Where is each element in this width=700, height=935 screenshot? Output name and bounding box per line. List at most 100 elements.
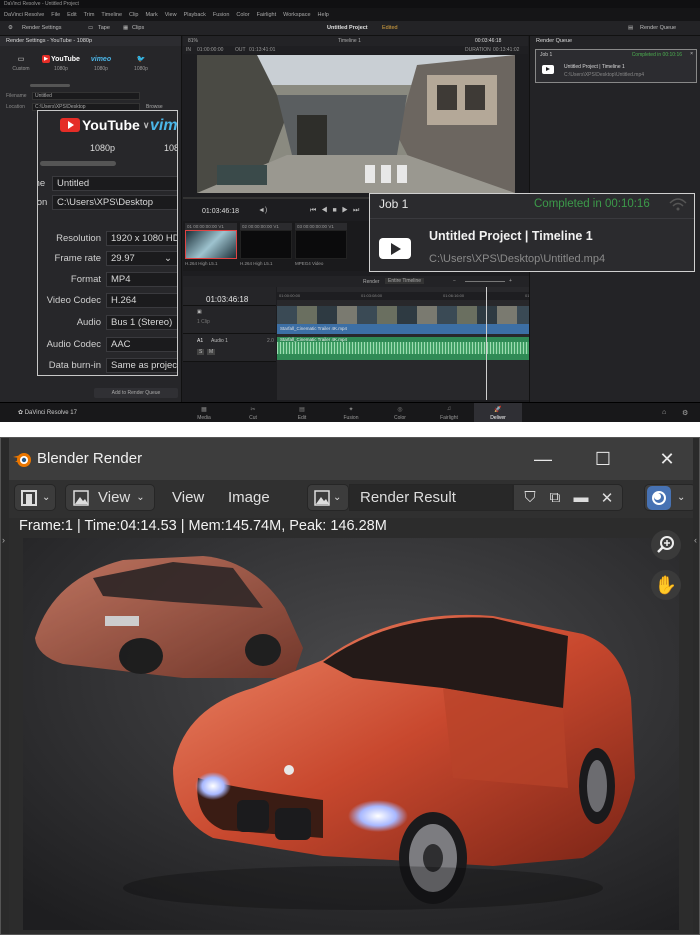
mute-button[interactable]: M	[207, 349, 216, 355]
render-job-item[interactable]: Job 1 Completed in 00:10:16 × Untitled P…	[535, 49, 697, 83]
clip-thumbnail[interactable]: 02 00:00:00:00 V1 H.264 High L5.1	[240, 223, 292, 266]
youtube-preset-logo[interactable]: YouTube ∨	[60, 117, 149, 133]
menu-bar: DaVinci Resolve File Edit Trim Timeline …	[0, 8, 700, 21]
page-deliver[interactable]: 🚀 Deliver	[474, 403, 522, 422]
duplicate-icon[interactable]: ⧉	[542, 489, 568, 506]
render-queue-tab[interactable]: Render Queue	[640, 25, 676, 31]
audio-clip-label: Starfall_Cinematic Trailer 4K.mp4	[280, 337, 348, 342]
menu-item[interactable]: Edit	[67, 12, 76, 18]
fake-user-shield-icon[interactable]: ⛉	[518, 489, 542, 506]
solo-button[interactable]: S	[197, 349, 205, 355]
menu-item[interactable]: Clip	[129, 12, 138, 18]
clip-thumbnail[interactable]: 03 00:00:00:00 V1 MPEG4 Video	[295, 223, 347, 266]
preset-scrollbar[interactable]	[40, 161, 116, 166]
location-field[interactable]: C:\Users\XPS\Desktop	[52, 195, 177, 210]
video-codec-select[interactable]: H.264	[106, 293, 177, 308]
arrow-left-icon: ‹	[694, 535, 697, 545]
home-icon[interactable]: ⌂	[662, 409, 666, 416]
image-icon	[73, 489, 89, 506]
page-color[interactable]: ◎ Color	[376, 403, 424, 422]
audio-codec-select[interactable]: AAC	[106, 337, 177, 352]
frame-rate-select[interactable]: 29.97 ⌄	[106, 251, 177, 266]
preset-twitter[interactable]: 🐦 1080p	[126, 52, 156, 78]
image-menu[interactable]: Image	[228, 489, 270, 506]
audio-select[interactable]: Bus 1 (Stereo)	[106, 315, 177, 330]
job-status: Completed in 00:10:16	[631, 52, 682, 58]
clip-thumbnail[interactable]: 01 00:00:00:00 V1 H.264 High L5.1	[185, 223, 237, 266]
zoom-tool-button[interactable]	[651, 530, 681, 560]
render-settings-tab[interactable]: Render Settings	[22, 25, 61, 31]
video-viewer[interactable]	[197, 55, 515, 193]
preset-youtube[interactable]: ▶ YouTube 1080p	[42, 52, 80, 78]
filename-field[interactable]: Untitled	[32, 92, 140, 100]
preset-scrollbar[interactable]	[30, 84, 70, 87]
clip-id: 02	[242, 224, 248, 229]
menu-item[interactable]: Fairlight	[257, 12, 277, 18]
tape-icon[interactable]: ▭	[88, 25, 93, 31]
data-burn-in-select[interactable]: Same as project	[106, 358, 177, 373]
image-editor-header: ⌄ View ⌄ View Image ⌄ Render Result ⛉ ⧉ …	[1, 480, 699, 518]
vimeo-preset-logo[interactable]: vim	[150, 117, 177, 135]
clip-id: 03	[297, 224, 303, 229]
gear-icon[interactable]: ⚙	[682, 409, 688, 417]
transport-controls[interactable]: ⏮◀■▶⏭	[310, 207, 364, 215]
clips-icon[interactable]: ▦	[123, 25, 128, 31]
menu-item[interactable]: Help	[318, 12, 329, 18]
render-result-canvas[interactable]	[23, 538, 679, 930]
editor-type-button[interactable]: ⌄	[14, 484, 56, 511]
render-settings-icon[interactable]: ⚙	[8, 25, 13, 31]
pan-tool-button[interactable]: ✋	[651, 570, 681, 600]
preset-res: 1080p	[54, 66, 68, 72]
maximize-icon[interactable]: ☐	[591, 448, 615, 470]
lock-icon[interactable]: ▣	[197, 309, 202, 315]
image-name-field[interactable]: Render Result	[349, 484, 513, 511]
menu-item[interactable]: Timeline	[101, 12, 122, 18]
render-queue-icon[interactable]: ▤	[628, 25, 633, 31]
zoom-minus-icon[interactable]: −	[453, 278, 456, 284]
menu-item[interactable]: Trim	[84, 12, 95, 18]
render-mode-select[interactable]: Entire Timeline	[385, 278, 425, 284]
render-job-zoom-inset[interactable]: Job 1 Completed in 00:10:16 Untitled Pro…	[369, 193, 695, 272]
view-menu[interactable]: View	[172, 489, 204, 506]
timeline-zoom-slider[interactable]	[465, 281, 505, 282]
menu-item[interactable]: DaVinci Resolve	[4, 12, 44, 18]
close-icon[interactable]: ×	[690, 51, 693, 57]
right-sidebar-toggle[interactable]: ‹	[693, 438, 699, 934]
davinci-resolve-window: DaVinci Resolve - Untitled Project DaVin…	[0, 0, 700, 422]
playhead[interactable]	[486, 287, 487, 400]
menu-item[interactable]: File	[51, 12, 60, 18]
format-select[interactable]: MP4	[106, 272, 177, 287]
filename-field[interactable]: Untitled	[52, 176, 177, 191]
page-media[interactable]: ▦ Media	[180, 403, 228, 422]
add-to-render-queue-button[interactable]: Add to Render Queue	[94, 388, 178, 398]
minimize-icon[interactable]: —	[531, 448, 555, 470]
resolution-select[interactable]: 1920 x 1080 HD	[106, 231, 177, 246]
image-browse-button[interactable]: ⌄	[307, 484, 349, 511]
preset-vimeo[interactable]: vimeo 1080p	[86, 52, 116, 78]
menu-item[interactable]: View	[165, 12, 177, 18]
page-fusion[interactable]: ✦ Fusion	[327, 403, 375, 422]
page-fairlight[interactable]: ♫ Fairlight	[425, 403, 473, 422]
page-edit[interactable]: ▤ Edit	[278, 403, 326, 422]
preset-strip: ▭ Custom ▶ YouTube 1080p vimeo 1080p 🐦 10…	[0, 52, 182, 78]
menu-item[interactable]: Mark	[146, 12, 158, 18]
timeline-name[interactable]: Timeline 1	[338, 38, 361, 44]
zoom-plus-icon[interactable]: +	[509, 278, 512, 284]
volume-icon[interactable]: ◄)	[258, 207, 267, 214]
preset-custom[interactable]: ▭ Custom	[6, 52, 36, 78]
tape-tab[interactable]: Tape	[98, 25, 110, 31]
menu-item[interactable]: Playback	[184, 12, 206, 18]
page-cut[interactable]: ✂ Cut	[229, 403, 277, 422]
clips-tab[interactable]: Clips	[132, 25, 144, 31]
menu-item[interactable]: Color	[236, 12, 249, 18]
menu-item[interactable]: Fusion	[213, 12, 230, 18]
view-mode-dropdown[interactable]: View ⌄	[65, 484, 155, 511]
gizmo-toggle[interactable]: ⌄	[644, 484, 696, 511]
close-icon[interactable]: ✕	[655, 448, 679, 470]
folder-icon[interactable]: ▬	[568, 489, 594, 506]
image-icon	[314, 489, 330, 506]
menu-item[interactable]: Workspace	[283, 12, 310, 18]
left-sidebar-toggle[interactable]: ›	[1, 438, 9, 934]
zoom-level[interactable]: 81%	[188, 38, 198, 44]
unlink-icon[interactable]: ✕	[594, 489, 620, 507]
